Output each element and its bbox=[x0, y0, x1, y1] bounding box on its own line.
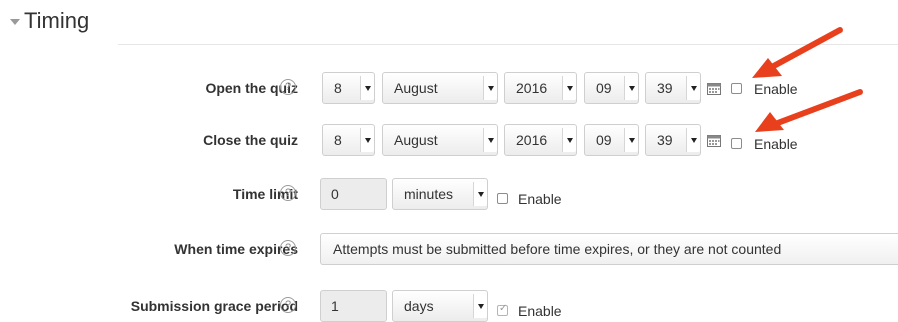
help-icon[interactable]: ? bbox=[280, 79, 296, 95]
grace-period-label: Submission grace period bbox=[130, 298, 298, 314]
close-quiz-row: Close the quiz 8 August 2016 09 39 Enabl… bbox=[0, 124, 898, 156]
time-limit-input[interactable]: 0 bbox=[320, 178, 387, 210]
annotation-arrow-open bbox=[752, 27, 843, 78]
open-day-select[interactable]: 8 bbox=[322, 72, 375, 104]
close-day-select[interactable]: 8 bbox=[322, 124, 375, 156]
open-year-select[interactable]: 2016 bbox=[504, 72, 577, 104]
open-month-select[interactable]: August bbox=[382, 72, 498, 104]
dropdown-arrow-icon bbox=[686, 128, 700, 152]
open-hour-select[interactable]: 09 bbox=[584, 72, 639, 104]
when-expires-row: When time expires ? Attempts must be sub… bbox=[0, 233, 898, 265]
section-title: Timing bbox=[24, 8, 90, 33]
close-quiz-label: Close the quiz bbox=[203, 132, 298, 148]
close-month-select[interactable]: August bbox=[382, 124, 498, 156]
dropdown-arrow-icon bbox=[483, 76, 497, 100]
time-limit-row: Time limit ? 0 minutes Enable bbox=[0, 178, 898, 210]
close-year-select[interactable]: 2016 bbox=[504, 124, 577, 156]
dropdown-arrow-icon bbox=[360, 128, 374, 152]
grace-period-row: Submission grace period ? 1 days Enable bbox=[0, 290, 898, 322]
dropdown-arrow-icon bbox=[562, 128, 576, 152]
open-enable-label[interactable]: Enable bbox=[754, 81, 798, 97]
help-icon[interactable]: ? bbox=[280, 297, 296, 313]
help-icon[interactable]: ? bbox=[280, 185, 296, 201]
dropdown-arrow-icon bbox=[473, 182, 487, 206]
open-enable-checkbox[interactable] bbox=[731, 83, 742, 94]
close-enable-label[interactable]: Enable bbox=[754, 136, 798, 152]
dropdown-arrow-icon bbox=[483, 128, 497, 152]
when-expires-select[interactable]: Attempts must be submitted before time e… bbox=[320, 233, 898, 265]
open-minute-select[interactable]: 39 bbox=[645, 72, 701, 104]
grace-period-enable-label[interactable]: Enable bbox=[518, 303, 562, 319]
dropdown-arrow-icon bbox=[473, 294, 487, 318]
dropdown-arrow-icon bbox=[624, 128, 638, 152]
collapse-triangle-icon[interactable] bbox=[10, 19, 20, 25]
grace-period-unit-select[interactable]: days bbox=[392, 290, 488, 322]
dropdown-arrow-icon bbox=[624, 76, 638, 100]
section-header[interactable]: Timing bbox=[10, 8, 89, 34]
close-minute-select[interactable]: 39 bbox=[645, 124, 701, 156]
close-hour-select[interactable]: 09 bbox=[584, 124, 639, 156]
grace-period-enable-checkbox[interactable] bbox=[497, 303, 508, 316]
section-divider bbox=[118, 44, 898, 45]
annotation-arrows bbox=[752, 27, 863, 132]
help-icon[interactable]: ? bbox=[280, 240, 296, 256]
calendar-icon[interactable] bbox=[707, 82, 721, 95]
grace-period-input[interactable]: 1 bbox=[320, 290, 387, 322]
time-limit-enable-checkbox[interactable] bbox=[497, 193, 508, 204]
dropdown-arrow-icon bbox=[562, 76, 576, 100]
time-limit-enable-label[interactable]: Enable bbox=[518, 191, 562, 207]
time-limit-unit-select[interactable]: minutes bbox=[392, 178, 488, 210]
open-quiz-row: Open the quiz ? 8 August 2016 09 39 Enab… bbox=[0, 72, 898, 104]
close-enable-checkbox[interactable] bbox=[731, 138, 742, 149]
dropdown-arrow-icon bbox=[686, 76, 700, 100]
dropdown-arrow-icon bbox=[360, 76, 374, 100]
calendar-icon[interactable] bbox=[707, 134, 721, 147]
